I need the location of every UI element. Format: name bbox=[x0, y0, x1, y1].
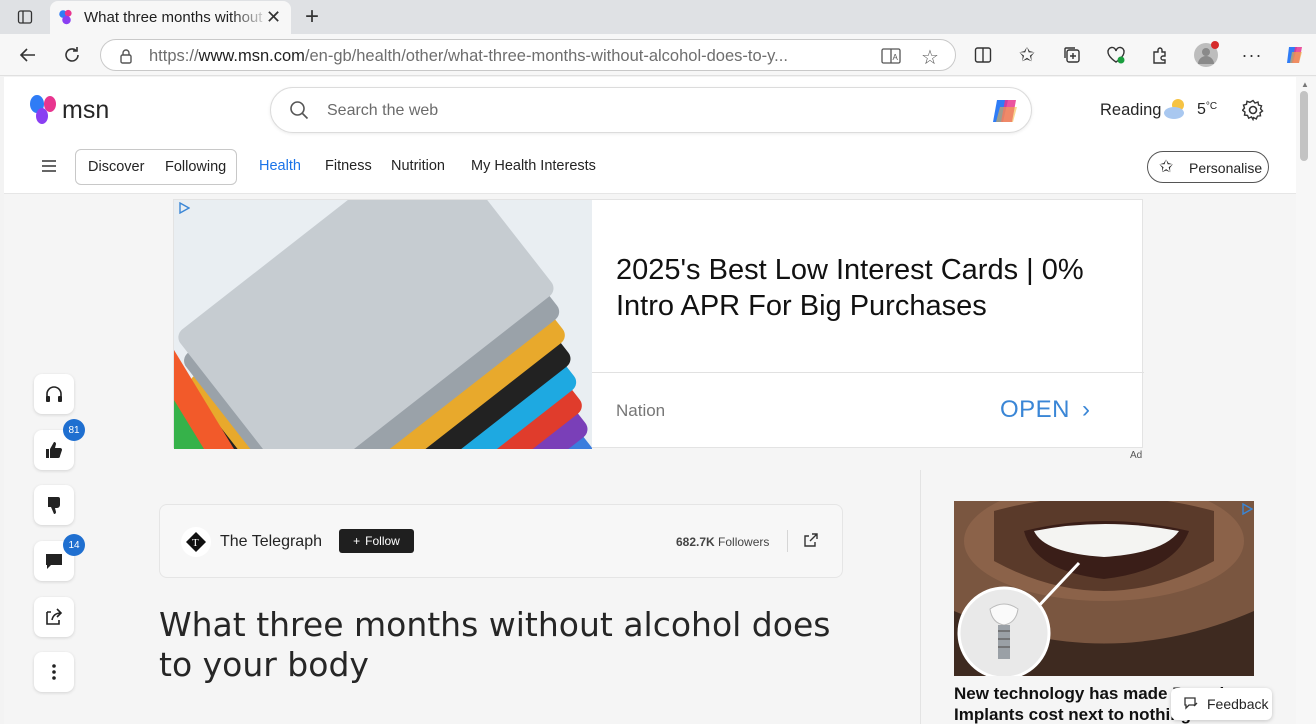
browser-essentials-icon[interactable] bbox=[1101, 40, 1131, 70]
msn-page: msn Search the web Reading 5°C Discover … bbox=[4, 77, 1296, 724]
nav-item-my-health-interests[interactable]: My Health Interests bbox=[471, 158, 596, 174]
active-tab[interactable]: What three months without alcohol does t… bbox=[50, 1, 291, 34]
settings-gear-icon[interactable] bbox=[1241, 99, 1264, 126]
msn-logo[interactable]: msn bbox=[28, 94, 109, 131]
nav-item-nutrition[interactable]: Nutrition bbox=[391, 158, 445, 174]
svg-text:T: T bbox=[192, 537, 199, 549]
open-external-icon[interactable] bbox=[803, 532, 819, 553]
scroll-up-icon[interactable]: ▲ bbox=[1301, 80, 1309, 89]
back-icon[interactable] bbox=[13, 40, 43, 70]
dislike-button[interactable] bbox=[34, 485, 74, 525]
adchoices-icon[interactable] bbox=[1241, 502, 1254, 520]
hamburger-menu-icon[interactable] bbox=[41, 159, 57, 178]
msn-butterfly-icon bbox=[30, 95, 56, 124]
partly-cloudy-icon[interactable] bbox=[1162, 96, 1190, 127]
reading-label[interactable]: Reading bbox=[1100, 101, 1161, 120]
feedback-icon bbox=[1183, 695, 1199, 714]
favorites-icon[interactable]: ✩ bbox=[1012, 40, 1042, 70]
msn-favicon-icon bbox=[58, 9, 75, 31]
logo-text: msn bbox=[62, 96, 110, 124]
sparkle-star-icon: ✩ bbox=[1159, 157, 1174, 176]
search-input[interactable]: Search the web bbox=[327, 102, 438, 120]
more-actions-button[interactable] bbox=[34, 652, 74, 692]
url-text[interactable]: https://www.msn.com/en-gb/health/other/w… bbox=[149, 47, 861, 66]
extensions-icon[interactable] bbox=[1145, 40, 1175, 70]
split-screen-icon[interactable] bbox=[968, 40, 998, 70]
feedback-button[interactable]: Feedback bbox=[1171, 688, 1272, 720]
nav-item-health[interactable]: Health bbox=[259, 158, 301, 174]
vertical-ellipsis-icon bbox=[52, 664, 56, 680]
tab-actions-icon[interactable] bbox=[10, 2, 40, 32]
nav-item-fitness[interactable]: Fitness bbox=[325, 158, 372, 174]
ad-label: Ad bbox=[1130, 450, 1143, 461]
banner-ad[interactable]: 2025's Best Low Interest Cards | 0% Intr… bbox=[173, 199, 1144, 449]
address-bar[interactable]: https://www.msn.com/en-gb/health/other/w… bbox=[100, 39, 956, 71]
ad-sponsor: Nation bbox=[616, 401, 666, 420]
feed-toggle: Discover Following bbox=[75, 149, 237, 185]
temperature[interactable]: 5°C bbox=[1197, 101, 1217, 119]
msn-header: msn Search the web Reading 5°C Discover … bbox=[4, 77, 1296, 194]
thumbs-down-icon bbox=[48, 497, 60, 514]
dental-implant-ad-image[interactable] bbox=[954, 501, 1254, 676]
personalise-button[interactable]: ✩ Personalise bbox=[1147, 151, 1269, 183]
new-tab-icon[interactable]: + bbox=[297, 2, 327, 32]
comment-count-badge: 14 bbox=[63, 534, 85, 556]
search-box[interactable]: Search the web bbox=[270, 87, 1032, 133]
listen-button[interactable] bbox=[34, 374, 74, 414]
following-tab[interactable]: Following bbox=[165, 159, 226, 175]
follow-button[interactable]: + Follow bbox=[339, 529, 414, 553]
share-icon bbox=[46, 608, 63, 625]
source-card: T The Telegraph + Follow 682.7K Followers bbox=[159, 504, 843, 578]
plus-icon: + bbox=[353, 534, 361, 548]
page-scrollbar[interactable]: ▲ bbox=[1296, 77, 1316, 724]
ad-open-button[interactable]: OPEN › bbox=[1000, 396, 1091, 424]
more-options-icon[interactable]: ··· bbox=[1237, 40, 1267, 70]
favorite-star-icon[interactable]: ☆ bbox=[921, 45, 939, 70]
share-button[interactable] bbox=[34, 597, 74, 637]
telegraph-logo-icon[interactable]: T bbox=[181, 527, 211, 557]
followers-count: 682.7K Followers bbox=[676, 535, 770, 549]
credit-cards-image bbox=[174, 200, 592, 449]
source-name[interactable]: The Telegraph bbox=[220, 533, 322, 551]
ad-headline[interactable]: 2025's Best Low Interest Cards | 0% Intr… bbox=[616, 252, 1116, 324]
article-title: What three months without alcohol does t… bbox=[159, 605, 831, 684]
copilot-sidebar-icon[interactable] bbox=[1280, 40, 1310, 70]
close-tab-icon[interactable]: ✕ bbox=[266, 7, 281, 28]
headphones-icon bbox=[46, 386, 62, 402]
search-icon bbox=[289, 100, 309, 125]
refresh-icon[interactable] bbox=[57, 40, 87, 70]
adchoices-icon[interactable] bbox=[178, 201, 191, 219]
scrollbar-thumb[interactable] bbox=[1300, 91, 1308, 161]
like-count-badge: 81 bbox=[63, 419, 85, 441]
thumbs-up-icon bbox=[46, 442, 62, 458]
profile-avatar[interactable] bbox=[1194, 41, 1219, 67]
copilot-icon[interactable] bbox=[991, 97, 1021, 130]
lock-icon[interactable] bbox=[119, 48, 133, 69]
immersive-reader-icon[interactable]: A bbox=[881, 47, 901, 70]
tab-strip: What three months without alcohol does t… bbox=[0, 0, 1316, 34]
svg-text:A: A bbox=[893, 53, 899, 62]
comment-icon bbox=[46, 554, 62, 569]
browser-toolbar: https://www.msn.com/en-gb/health/other/w… bbox=[0, 34, 1316, 76]
collections-icon[interactable] bbox=[1057, 40, 1087, 70]
chevron-right-icon: › bbox=[1082, 396, 1091, 423]
discover-tab[interactable]: Discover bbox=[88, 159, 144, 175]
